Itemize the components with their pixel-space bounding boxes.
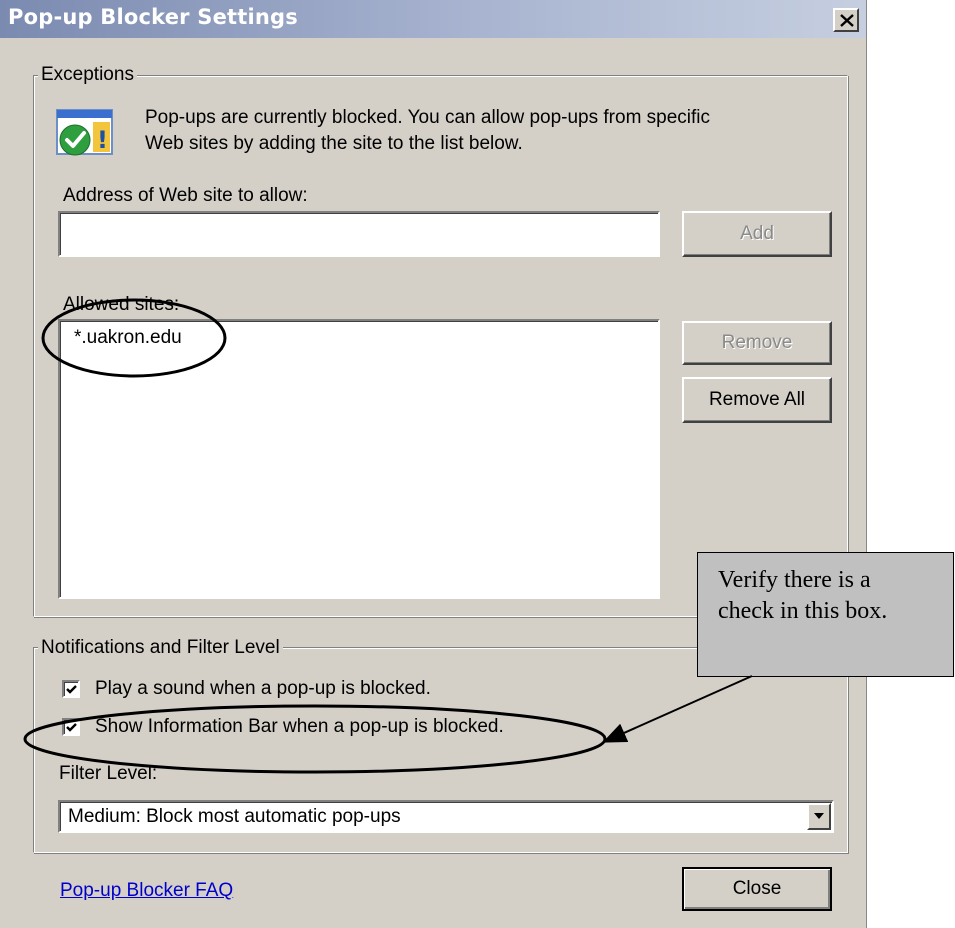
show-info-bar-label[interactable]: Show Information Bar when a pop-up is bl… xyxy=(95,716,504,738)
remove-all-button[interactable]: Remove All xyxy=(682,377,832,423)
filter-level-dropdown-button[interactable] xyxy=(807,803,831,830)
show-info-bar-checkbox[interactable] xyxy=(62,718,80,736)
filter-level-label: Filter Level: xyxy=(59,763,158,784)
close-window-button[interactable] xyxy=(833,8,859,32)
annotation-callout: Verify there is a check in this box. xyxy=(697,552,954,677)
checkmark-icon xyxy=(66,723,77,732)
notifications-legend: Notifications and Filter Level xyxy=(38,637,283,659)
checkmark-icon xyxy=(66,685,77,694)
address-input[interactable] xyxy=(58,211,660,257)
address-label: Address of Web site to allow: xyxy=(63,185,308,206)
title-bar[interactable]: Pop-up Blocker Settings xyxy=(0,0,866,38)
allowed-sites-list[interactable]: *.uakron.edu xyxy=(58,319,660,599)
svg-text:!: ! xyxy=(97,126,108,154)
add-button[interactable]: Add xyxy=(682,211,832,257)
callout-line1: Verify there is a xyxy=(718,567,871,593)
play-sound-label[interactable]: Play a sound when a pop-up is blocked. xyxy=(95,678,431,700)
remove-button[interactable]: Remove xyxy=(682,321,832,365)
allowed-sites-label: Allowed sites: xyxy=(63,294,180,315)
close-icon xyxy=(840,14,854,27)
filter-level-value: Medium: Block most automatic pop-ups xyxy=(68,806,401,827)
exceptions-legend: Exceptions xyxy=(38,64,137,86)
filter-level-select[interactable]: Medium: Block most automatic pop-ups xyxy=(58,800,834,833)
close-button[interactable]: Close xyxy=(682,867,832,911)
list-item[interactable]: *.uakron.edu xyxy=(74,327,182,349)
callout-line2: check in this box. xyxy=(718,598,888,624)
popup-blocker-faq-link[interactable]: Pop-up Blocker FAQ xyxy=(60,880,233,902)
callout-text: Verify there is a check in this box. xyxy=(718,565,948,627)
window-title: Pop-up Blocker Settings xyxy=(8,5,298,29)
shield-warning-icon: ! xyxy=(55,108,117,158)
exceptions-info-line1: Pop-ups are currently blocked. You can a… xyxy=(145,107,711,128)
play-sound-checkbox[interactable] xyxy=(62,680,80,698)
popup-blocker-dialog: Pop-up Blocker Settings Exceptions ! Pop… xyxy=(0,0,867,928)
chevron-down-icon xyxy=(814,813,824,819)
exceptions-info-line2: Web sites by adding the site to the list… xyxy=(145,133,523,154)
